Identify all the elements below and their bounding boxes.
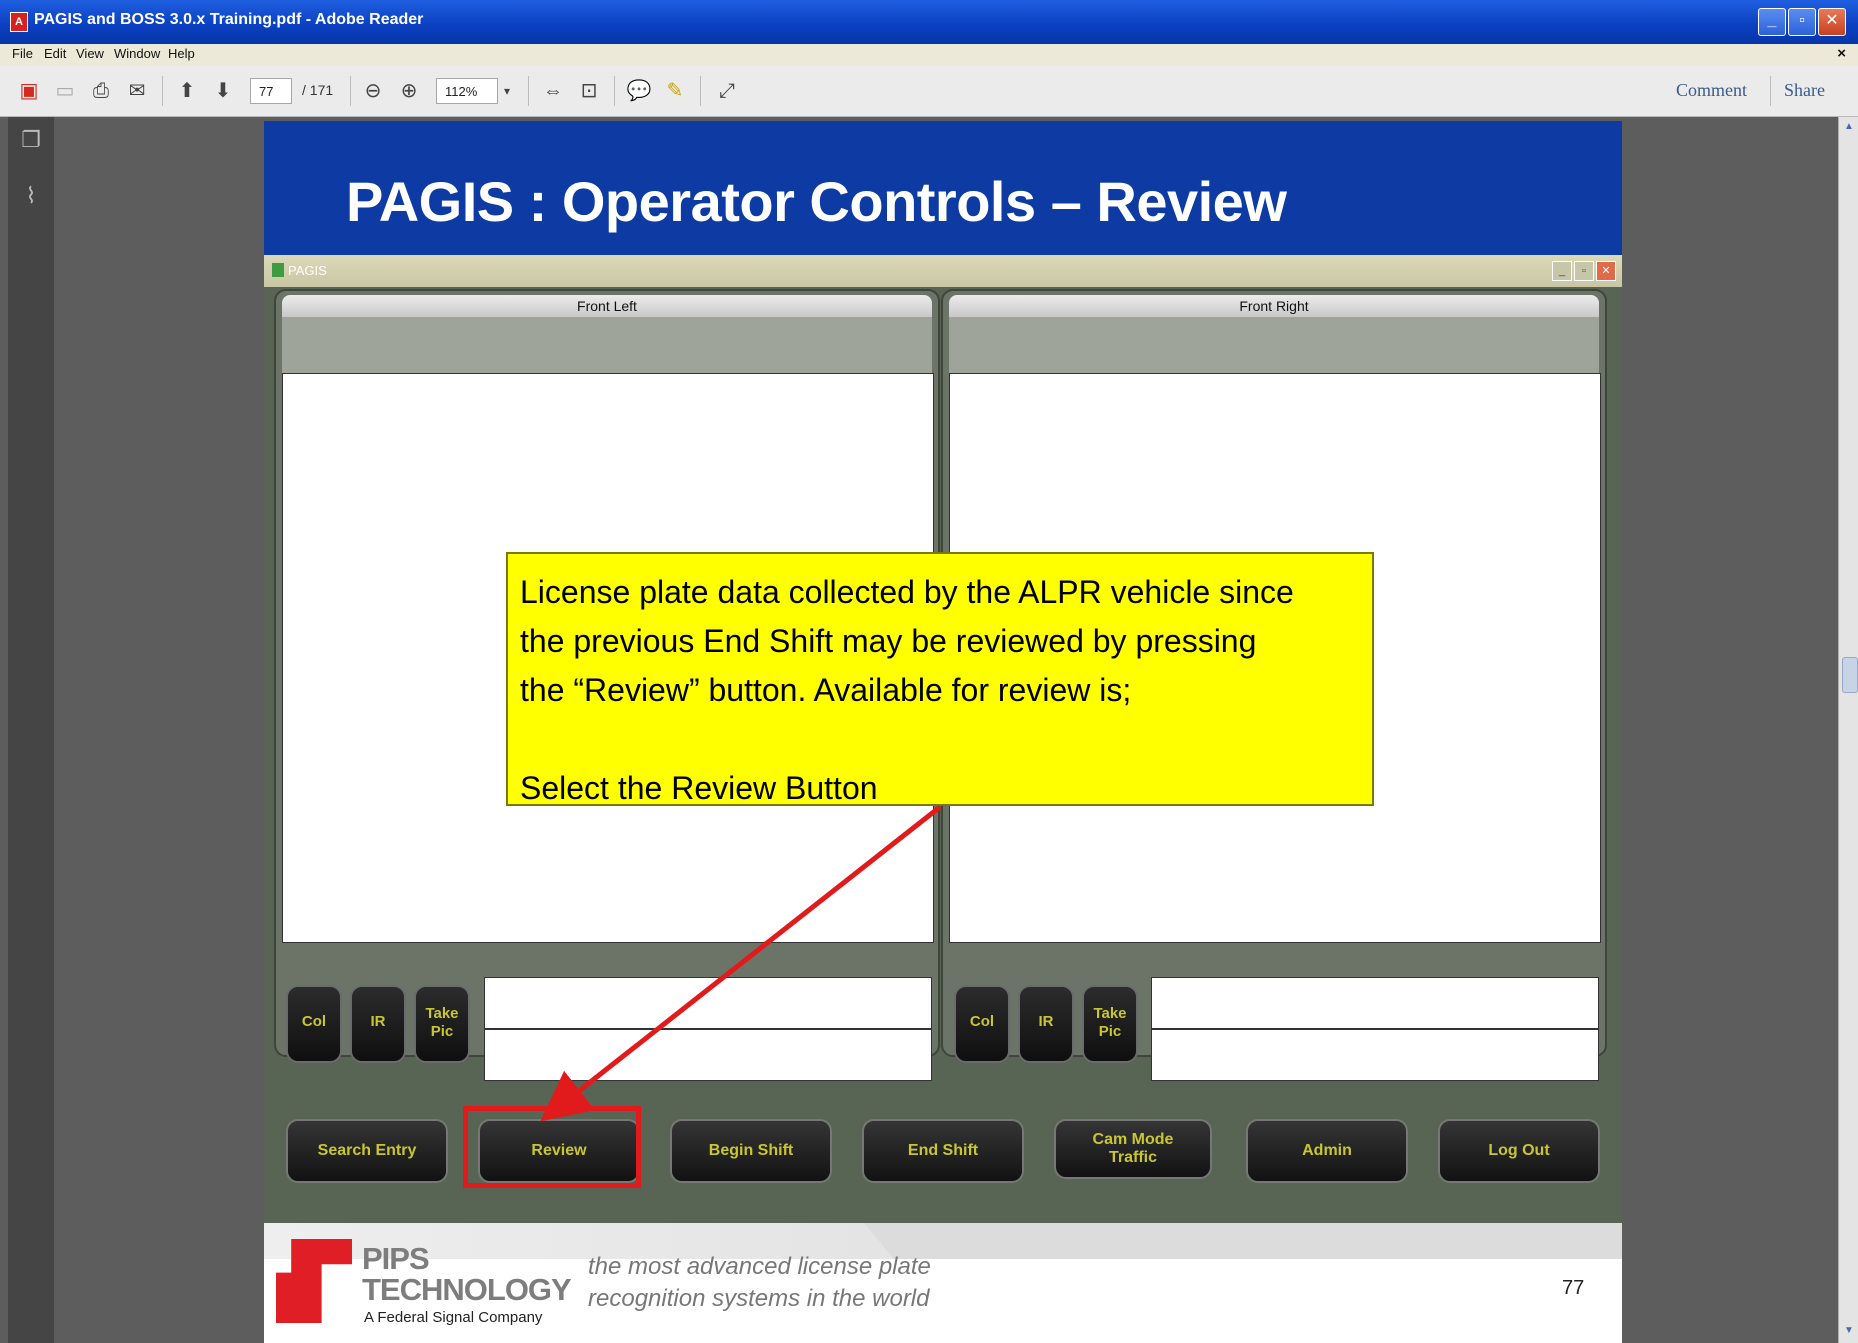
close-document-icon[interactable]: × (1837, 45, 1846, 62)
previous-page-icon[interactable]: ⬆ (174, 78, 200, 104)
menu-edit[interactable]: Edit (44, 46, 66, 61)
admin-button: Admin (1246, 1119, 1408, 1183)
logo-subtitle: A Federal Signal Company (364, 1309, 543, 1326)
callout-line: the previous End Shift may be reviewed b… (520, 623, 1257, 659)
create-pdf-icon[interactable]: ▣ (16, 78, 42, 104)
instruction-callout: License plate data collected by the ALPR… (506, 552, 1374, 806)
col-button: Col (286, 985, 342, 1063)
slide-footer: PIPS TECHNOLOGY A Federal Signal Company… (264, 1223, 1622, 1343)
adobe-reader-icon: A (10, 12, 28, 32)
pages-icon[interactable]: ❐ (18, 127, 44, 155)
minimize-button[interactable]: _ (1758, 8, 1786, 36)
menu-view[interactable]: View (76, 46, 104, 61)
toolbar-divider (700, 76, 701, 106)
email-icon[interactable]: ✉ (124, 78, 150, 104)
page-total: / 171 (302, 82, 334, 98)
ir-button: IR (350, 985, 406, 1063)
begin-shift-button: Begin Shift (670, 1119, 832, 1183)
slide-header: PAGIS : Operator Controls – Review (264, 121, 1622, 255)
menu-file[interactable]: File (12, 46, 33, 61)
close-button[interactable]: ✕ (1818, 8, 1846, 36)
menu-window[interactable]: Window (114, 46, 160, 61)
vertical-scrollbar[interactable]: ▲ ▼ (1838, 117, 1858, 1343)
attachments-icon[interactable]: ⌇ (18, 183, 44, 211)
full-screen-icon[interactable]: ⤢ (714, 78, 740, 104)
highlight-icon[interactable]: ✎ (662, 78, 688, 104)
window-titlebar[interactable]: A PAGIS and BOSS 3.0.x Training.pdf - Ad… (0, 0, 1858, 44)
scroll-thumb[interactable] (1842, 657, 1858, 693)
toolbar: ▣ ▭ ⎙ ✉ ⬆ ⬇ 77 / 171 ⊖ ⊕ 112% ▾ ⇔ ⊡ 💬 ✎ … (0, 66, 1858, 117)
scroll-up-icon[interactable]: ▲ (1841, 119, 1857, 135)
menu-bar: File Edit View Window Help × (0, 44, 1858, 66)
plate-info-box (484, 977, 932, 1029)
fit-page-icon[interactable]: ⊡ (576, 78, 602, 104)
review-highlight-box (463, 1106, 641, 1188)
slide-title: PAGIS : Operator Controls – Review (346, 170, 1287, 233)
plate-info-box (1151, 977, 1599, 1029)
callout-line: Select the Review Button (520, 770, 878, 806)
callout-line: License plate data collected by the ALPR… (520, 574, 1294, 610)
pagis-maximize-icon: ▫ (1574, 261, 1594, 281)
toolbar-divider (614, 76, 615, 106)
camera-strip (282, 317, 932, 373)
toolbar-divider (162, 76, 163, 106)
take-pic-button: Take Pic (414, 985, 470, 1063)
zoom-out-icon[interactable]: ⊖ (360, 78, 386, 104)
zoom-level-field[interactable]: 112% (436, 78, 498, 104)
slide-page-number: 77 (1562, 1277, 1585, 1299)
scroll-down-icon[interactable]: ▼ (1841, 1323, 1857, 1339)
menu-help[interactable]: Help (168, 46, 195, 61)
search-entry-button: Search Entry (286, 1119, 448, 1183)
zoom-dropdown-icon[interactable]: ▾ (498, 78, 516, 104)
plate-info-box (1151, 1029, 1599, 1081)
log-out-button: Log Out (1438, 1119, 1600, 1183)
comment-pane-button[interactable]: Comment (1676, 80, 1747, 101)
next-page-icon[interactable]: ⬇ (210, 78, 236, 104)
navigation-pane: ❐ ⌇ (8, 117, 54, 1343)
window-title: PAGIS and BOSS 3.0.x Training.pdf - Adob… (34, 11, 424, 28)
camera-label: Front Left (282, 295, 932, 317)
camera-strip (949, 317, 1599, 373)
camera-label: Front Right (949, 295, 1599, 317)
toolbar-divider (528, 76, 529, 106)
toolbar-divider (350, 76, 351, 106)
pagis-minimize-icon: _ (1552, 261, 1572, 281)
comment-bubble-icon[interactable]: 💬 (626, 78, 652, 104)
pagis-app-icon (272, 263, 284, 277)
pagis-titlebar: PAGIS _ ▫ ✕ (264, 255, 1622, 287)
pdf-page: PAGIS : Operator Controls – Review PAGIS… (264, 121, 1622, 1343)
pagis-window-title: PAGIS (288, 263, 327, 278)
fit-width-icon[interactable]: ⇔ (540, 78, 566, 104)
pips-logo-text: PIPS TECHNOLOGY (362, 1241, 572, 1307)
plate-info-box (484, 1029, 932, 1081)
save-icon[interactable]: ▭ (52, 78, 78, 104)
footer-tagline: the most advanced license plate recognit… (588, 1253, 931, 1312)
share-pane-button[interactable]: Share (1784, 80, 1825, 101)
end-shift-button: End Shift (862, 1119, 1024, 1183)
footer-band (864, 1223, 1622, 1259)
zoom-in-icon[interactable]: ⊕ (396, 78, 422, 104)
print-icon[interactable]: ⎙ (88, 78, 114, 104)
take-pic-button: Take Pic (1082, 985, 1138, 1063)
cam-mode-traffic-button: Cam Mode Traffic (1054, 1119, 1212, 1179)
col-button: Col (954, 985, 1010, 1063)
callout-line (520, 715, 1360, 764)
pagis-close-icon: ✕ (1596, 261, 1616, 281)
toolbar-divider (1770, 76, 1771, 106)
callout-line: the “Review” button. Available for revie… (520, 672, 1132, 708)
page-number-input[interactable]: 77 (250, 78, 292, 104)
ir-button: IR (1018, 985, 1074, 1063)
maximize-button[interactable]: ▫ (1788, 8, 1816, 36)
